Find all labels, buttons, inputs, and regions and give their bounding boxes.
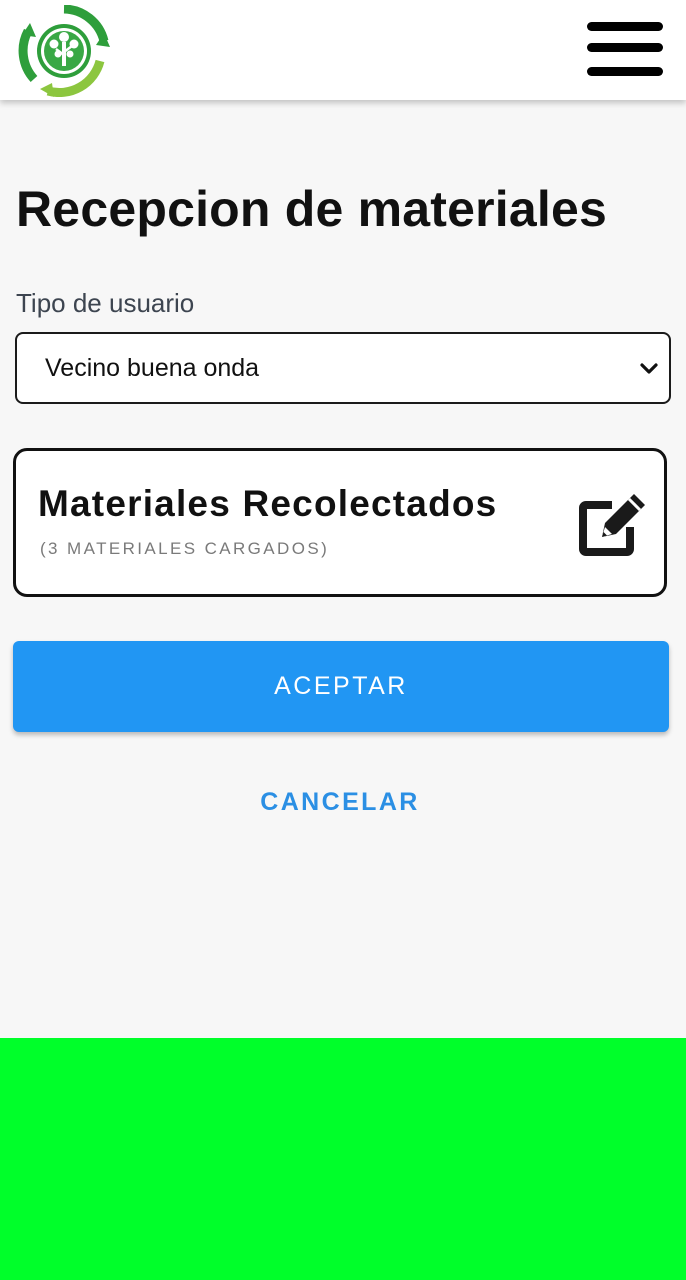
materials-collected-card[interactable]: Materiales Recolectados (3 MATERIALES CA… xyxy=(13,448,667,597)
cancel-button[interactable]: CANCELAR xyxy=(230,776,450,828)
edit-icon[interactable] xyxy=(578,487,650,559)
app-logo[interactable] xyxy=(18,4,110,98)
hamburger-menu-icon-bar xyxy=(587,67,663,76)
user-type-label: Tipo de usuario xyxy=(16,288,195,318)
user-type-select[interactable]: Vecino buena onda xyxy=(15,332,671,404)
hamburger-menu-button[interactable] xyxy=(585,20,665,80)
recycle-tree-logo-icon xyxy=(18,4,110,98)
materials-count-subtitle: (3 MATERIALES CARGADOS) xyxy=(40,539,330,558)
hamburger-menu-icon-bar xyxy=(587,22,663,31)
page-title: Recepcion de materiales xyxy=(16,181,607,237)
accept-button[interactable]: ACEPTAR xyxy=(13,641,669,732)
hamburger-menu-icon-bar xyxy=(587,43,663,52)
bottom-green-area xyxy=(0,1038,686,1280)
chevron-down-icon xyxy=(640,363,658,374)
app-header xyxy=(0,0,686,100)
materials-card-title: Materiales Recolectados xyxy=(38,483,498,524)
app-screen: Recepcion de materiales Tipo de usuario … xyxy=(0,0,686,1280)
user-type-selected-value: Vecino buena onda xyxy=(45,354,260,382)
